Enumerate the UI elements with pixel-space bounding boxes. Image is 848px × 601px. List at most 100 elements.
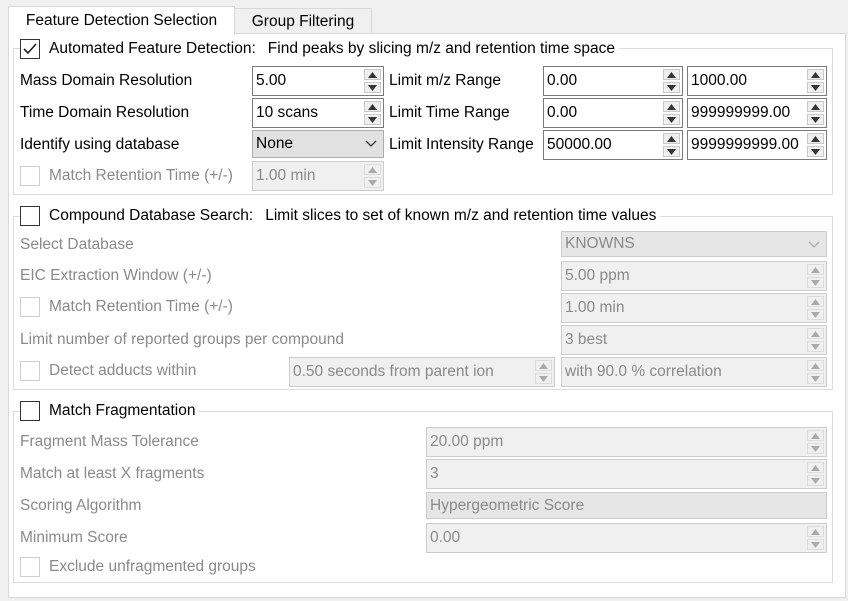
auto-match-retention-time-row: Match Retention Time (+/-)	[20, 164, 237, 188]
field-value: 999999999.00	[691, 104, 791, 121]
spin-down-button[interactable]	[535, 373, 552, 384]
field-value: 1000.00	[691, 72, 748, 89]
spin-up-button[interactable]	[535, 360, 552, 371]
spin-down-button[interactable]	[807, 114, 824, 125]
spin-up-button[interactable]	[807, 133, 824, 144]
time-range-min-spinbox[interactable]: 0.00	[543, 98, 683, 128]
match-fragmentation-label: Match Fragmentation	[49, 402, 196, 419]
spin-down-button[interactable]	[663, 114, 680, 125]
arrow-down-icon	[811, 541, 820, 548]
arrow-down-icon	[368, 179, 377, 186]
spin-down-button[interactable]	[364, 82, 381, 93]
spin-down-button[interactable]	[807, 277, 824, 288]
automated-feature-detection-header: Automated Feature Detection: Find peaks …	[20, 38, 619, 60]
fragment-mass-tolerance-label: Fragment Mass Tolerance	[20, 433, 199, 450]
time-domain-resolution-label: Time Domain Resolution	[20, 104, 190, 121]
spin-up-button[interactable]	[663, 101, 680, 112]
limit-groups-per-compound-spinbox[interactable]: 3 best	[561, 325, 827, 355]
arrow-down-icon	[539, 375, 548, 382]
intensity-range-min-spinbox[interactable]: 50000.00	[543, 130, 683, 160]
arrow-up-icon	[811, 135, 820, 142]
spin-up-button[interactable]	[364, 69, 381, 80]
compound-database-search-description: Limit slices to set of known m/z and ret…	[265, 207, 657, 224]
spin-down-button[interactable]	[364, 114, 381, 125]
spin-up-button[interactable]	[807, 360, 824, 371]
spin-up-button[interactable]	[807, 101, 824, 112]
auto-match-retention-time-checkbox[interactable]	[20, 166, 40, 186]
adducts-seconds-spinbox[interactable]: 0.50 seconds from parent ion	[289, 357, 555, 387]
compound-match-retention-time-spinbox[interactable]: 1.00 min	[561, 293, 827, 323]
spin-up-button[interactable]	[807, 264, 824, 275]
automated-feature-detection-description: Find peaks by slicing m/z and retention …	[267, 40, 615, 57]
min-fragments-spinbox[interactable]: 3	[426, 459, 827, 489]
intensity-range-max-spinbox[interactable]: 9999999999.00	[687, 130, 827, 160]
mz-range-max-spinbox[interactable]: 1000.00	[687, 66, 827, 96]
spin-down-button[interactable]	[663, 146, 680, 157]
arrow-down-icon	[811, 148, 820, 155]
detect-adducts-row: Detect adducts within	[20, 359, 200, 383]
spin-down-button[interactable]	[807, 341, 824, 352]
field-value: 3 best	[565, 331, 608, 348]
arrow-down-icon	[368, 116, 377, 123]
spin-up-button[interactable]	[663, 69, 680, 80]
arrow-down-icon	[811, 375, 820, 382]
spin-down-button[interactable]	[807, 373, 824, 384]
min-fragments-label: Match at least X fragments	[20, 465, 205, 482]
arrow-up-icon	[811, 528, 820, 535]
spin-down-button[interactable]	[807, 475, 824, 486]
spin-up-button[interactable]	[807, 462, 824, 473]
arrow-up-icon	[539, 362, 548, 369]
mz-range-min-spinbox[interactable]: 0.00	[543, 66, 683, 96]
spin-down-button[interactable]	[807, 146, 824, 157]
spin-up-button[interactable]	[807, 430, 824, 441]
arrow-up-icon	[368, 71, 377, 78]
compound-match-retention-time-row: Match Retention Time (+/-)	[20, 295, 237, 319]
spin-up-button[interactable]	[364, 101, 381, 112]
spin-down-button[interactable]	[663, 82, 680, 93]
identify-database-dropdown[interactable]: None	[252, 130, 384, 158]
arrow-down-icon	[667, 116, 676, 123]
compound-match-retention-time-label: Match Retention Time (+/-)	[49, 298, 233, 315]
tab-group-filtering[interactable]: Group Filtering	[234, 8, 372, 35]
minimum-score-spinbox[interactable]: 0.00	[426, 523, 827, 553]
field-value: 3	[430, 465, 439, 482]
automated-feature-detection-checkbox[interactable]	[20, 39, 40, 59]
spin-down-button[interactable]	[807, 443, 824, 454]
spin-up-button[interactable]	[807, 526, 824, 537]
spin-up-button[interactable]	[364, 164, 381, 175]
detect-adducts-checkbox[interactable]	[20, 361, 40, 381]
fragment-mass-tolerance-spinbox[interactable]: 20.00 ppm	[426, 427, 827, 457]
spin-up-button[interactable]	[807, 69, 824, 80]
automated-feature-detection-label: Automated Feature Detection:	[49, 40, 256, 57]
match-fragmentation-checkbox[interactable]	[20, 401, 40, 421]
spin-down-button[interactable]	[807, 539, 824, 550]
auto-match-retention-time-spinbox[interactable]: 1.00 min	[252, 161, 384, 191]
auto-match-retention-time-label: Match Retention Time (+/-)	[49, 167, 233, 184]
adducts-correlation-spinbox[interactable]: with 90.0 % correlation	[561, 357, 827, 387]
arrow-down-icon	[368, 84, 377, 91]
spin-down-button[interactable]	[807, 82, 824, 93]
spin-up-button[interactable]	[663, 133, 680, 144]
compound-database-search-checkbox[interactable]	[20, 206, 40, 226]
limit-intensity-range-label: Limit Intensity Range	[389, 136, 534, 153]
arrow-up-icon	[667, 135, 676, 142]
eic-extraction-window-spinbox[interactable]: 5.00 ppm	[561, 261, 827, 291]
compound-match-retention-time-checkbox[interactable]	[20, 297, 40, 317]
spin-up-button[interactable]	[807, 296, 824, 307]
time-range-max-spinbox[interactable]: 999999999.00	[687, 98, 827, 128]
select-database-dropdown[interactable]: KNOWNS	[561, 231, 827, 257]
scoring-algorithm-dropdown[interactable]: Hypergeometric Score	[426, 492, 827, 519]
tab-feature-detection-selection[interactable]: Feature Detection Selection	[8, 6, 235, 35]
spin-down-button[interactable]	[364, 177, 381, 188]
spin-down-button[interactable]	[807, 309, 824, 320]
mass-domain-resolution-spinbox[interactable]: 5.00	[252, 66, 384, 96]
spin-up-button[interactable]	[807, 328, 824, 339]
scoring-algorithm-label: Scoring Algorithm	[20, 497, 142, 514]
arrow-down-icon	[811, 311, 820, 318]
arrow-down-icon	[811, 116, 820, 123]
exclude-unfragmented-checkbox[interactable]	[20, 557, 40, 577]
identify-using-database-label: Identify using database	[20, 136, 180, 153]
tab-label: Feature Detection Selection	[25, 12, 218, 29]
time-domain-resolution-spinbox[interactable]: 10 scans	[252, 98, 384, 128]
arrow-up-icon	[811, 266, 820, 273]
